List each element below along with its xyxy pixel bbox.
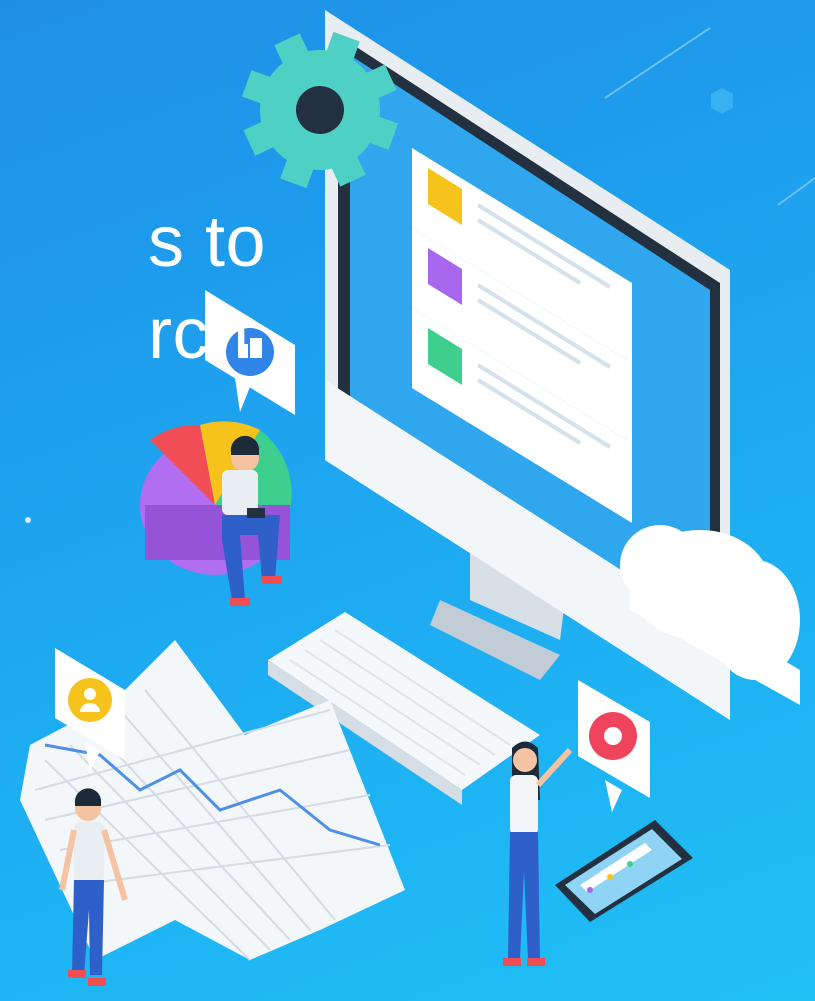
headline-line-2: rch (148, 294, 250, 374)
hero-headline: s to rch (0, 196, 266, 380)
person-standing-right (503, 741, 573, 966)
smartphone (555, 820, 693, 922)
illustration-art (20, 10, 815, 986)
record-bubble (578, 680, 650, 812)
sparkle-dot (25, 517, 31, 523)
headline-line-1: s to (148, 202, 267, 282)
hero-illustration: s to rch (0, 0, 815, 1001)
small-hexagon (711, 88, 733, 114)
light-streaks (604, 27, 815, 206)
